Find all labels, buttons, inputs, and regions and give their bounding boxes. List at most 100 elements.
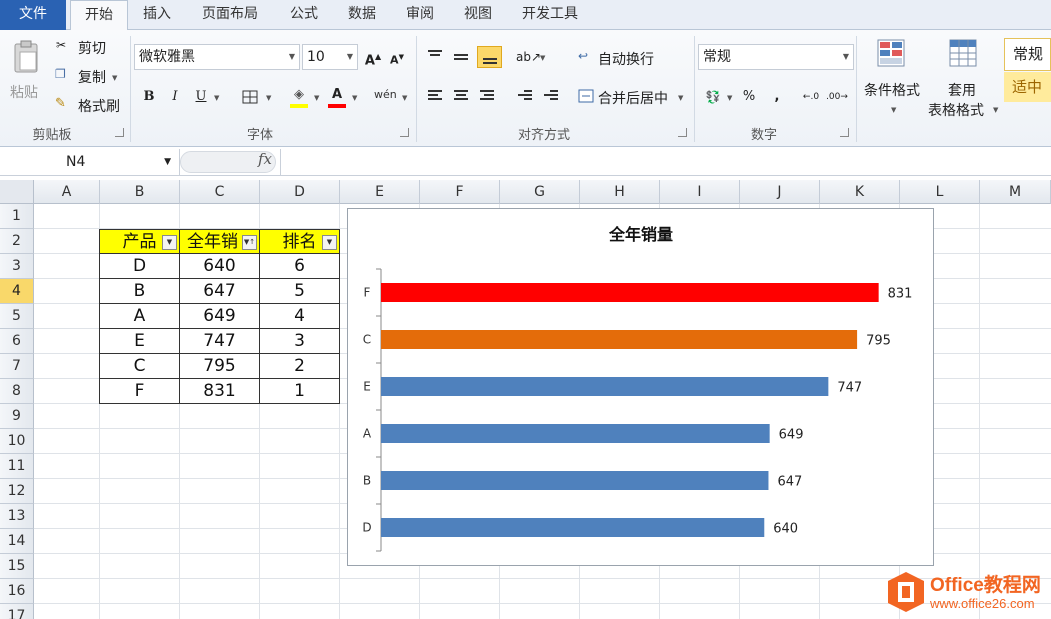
font-size-combo[interactable]: 10 ▼ xyxy=(302,44,358,70)
column-header-m[interactable]: M xyxy=(980,180,1051,204)
table-cell[interactable]: 647 xyxy=(180,279,260,304)
align-right-icon[interactable] xyxy=(480,90,494,102)
table-cell[interactable]: 6 xyxy=(260,254,340,279)
column-header-i[interactable]: I xyxy=(660,180,740,204)
currency-icon[interactable]: 💱 xyxy=(702,86,724,108)
table-cell[interactable]: 4 xyxy=(260,304,340,329)
table-cell[interactable]: 1 xyxy=(260,379,340,404)
align-middle-icon[interactable] xyxy=(454,54,468,62)
percent-button[interactable]: % xyxy=(738,86,760,108)
font-launcher-icon[interactable] xyxy=(400,128,409,137)
row-header-15[interactable]: 15 xyxy=(0,554,34,579)
bar-f[interactable] xyxy=(381,283,879,302)
table-cell[interactable]: C xyxy=(99,354,180,379)
merge-center-button[interactable]: 合并后居中 xyxy=(598,88,668,108)
table-cell[interactable]: 3 xyxy=(260,329,340,354)
column-header-a[interactable]: A xyxy=(34,180,100,204)
tab-developer[interactable]: 开发工具 xyxy=(508,0,592,30)
format-painter-button[interactable]: 格式刷 xyxy=(78,96,120,116)
tab-file[interactable]: 文件 xyxy=(0,0,66,30)
font-color-icon[interactable]: A xyxy=(326,84,348,106)
row-header-6[interactable]: 6 xyxy=(0,329,34,354)
wrap-text-button[interactable]: 自动换行 xyxy=(598,49,654,69)
border-icon[interactable] xyxy=(242,90,258,104)
row-header-14[interactable]: 14 xyxy=(0,529,34,554)
column-header-c[interactable]: C xyxy=(180,180,260,204)
currency-dropdown-icon[interactable]: ▼ xyxy=(727,94,732,102)
bar-c[interactable] xyxy=(381,330,858,349)
fill-color-icon[interactable]: ◈ xyxy=(288,84,310,106)
tab-home[interactable]: 开始 xyxy=(70,0,128,31)
row-header-13[interactable]: 13 xyxy=(0,504,34,529)
header-cell-product[interactable]: 产品 ▼ xyxy=(99,229,180,254)
column-header-h[interactable]: H xyxy=(580,180,660,204)
column-header-e[interactable]: E xyxy=(340,180,420,204)
copy-button[interactable]: 复制 xyxy=(78,67,106,87)
font-color-dropdown-icon[interactable]: ▼ xyxy=(352,94,357,102)
bar-e[interactable] xyxy=(381,377,829,396)
increase-decimal-icon[interactable]: ←.0 xyxy=(800,86,822,108)
row-header-17[interactable]: 17 xyxy=(0,604,34,619)
table-cell[interactable]: A xyxy=(99,304,180,329)
row-header-11[interactable]: 11 xyxy=(0,454,34,479)
style-neutral[interactable]: 适中 xyxy=(1004,72,1051,102)
format-as-table-label-1[interactable]: 套用 xyxy=(948,80,976,100)
bold-button[interactable]: B xyxy=(138,86,160,108)
row-header-12[interactable]: 12 xyxy=(0,479,34,504)
row-header-3[interactable]: 3 xyxy=(0,254,34,279)
column-header-j[interactable]: J xyxy=(740,180,820,204)
filter-dropdown-icon[interactable]: ▼ xyxy=(162,235,177,250)
bar-d[interactable] xyxy=(381,518,765,537)
table-cell[interactable]: 747 xyxy=(180,329,260,354)
number-launcher-icon[interactable] xyxy=(840,128,849,137)
table-cell[interactable]: 795 xyxy=(180,354,260,379)
row-header-7[interactable]: 7 xyxy=(0,354,34,379)
grow-font-icon[interactable]: A▲ xyxy=(362,46,384,68)
insert-function-icon[interactable]: fx xyxy=(258,150,272,168)
tab-view[interactable]: 视图 xyxy=(450,0,506,30)
align-bottom-button[interactable] xyxy=(477,46,502,68)
table-cell[interactable]: F xyxy=(99,379,180,404)
filter-dropdown-icon[interactable]: ▼ xyxy=(322,235,337,250)
bar-chart[interactable]: 全年销量 F 831 C 795 E 747 A 649 B 647 D 640 xyxy=(347,208,934,566)
row-header-2[interactable]: 2 xyxy=(0,229,34,254)
formula-input[interactable] xyxy=(280,149,1051,175)
row-header-5[interactable]: 5 xyxy=(0,304,34,329)
align-top-icon[interactable] xyxy=(428,50,442,58)
number-format-combo[interactable]: 常规 ▼ xyxy=(698,44,854,70)
row-header-8[interactable]: 8 xyxy=(0,379,34,404)
underline-button[interactable]: U xyxy=(190,86,212,108)
column-header-k[interactable]: K xyxy=(820,180,900,204)
italic-button[interactable]: I xyxy=(164,86,186,108)
border-dropdown-icon[interactable]: ▼ xyxy=(266,94,271,102)
table-cell[interactable]: 2 xyxy=(260,354,340,379)
orientation-icon[interactable]: ab↗ xyxy=(516,46,541,68)
tab-data[interactable]: 数据 xyxy=(334,0,390,30)
column-header-f[interactable]: F xyxy=(420,180,500,204)
table-cell[interactable]: 640 xyxy=(180,254,260,279)
table-cell[interactable]: 649 xyxy=(180,304,260,329)
conditional-format-button[interactable]: 条件格式 xyxy=(864,80,920,100)
header-cell-sales[interactable]: 全年销 ▼↑ xyxy=(180,229,260,254)
select-all-button[interactable] xyxy=(0,180,34,204)
decrease-decimal-icon[interactable]: .00→ xyxy=(826,86,848,108)
cut-button[interactable]: 剪切 xyxy=(78,38,106,58)
increase-indent-icon[interactable] xyxy=(544,90,558,102)
clipboard-launcher-icon[interactable] xyxy=(115,128,124,137)
table-cell[interactable]: E xyxy=(99,329,180,354)
row-header-16[interactable]: 16 xyxy=(0,579,34,604)
merge-dropdown-icon[interactable]: ▼ xyxy=(678,94,683,102)
tab-insert[interactable]: 插入 xyxy=(130,0,184,30)
table-cell[interactable]: B xyxy=(99,279,180,304)
format-as-table-label-2[interactable]: 表格格式 xyxy=(928,100,984,120)
conditional-format-dropdown-icon[interactable]: ▼ xyxy=(891,106,896,114)
decrease-indent-icon[interactable] xyxy=(518,90,532,102)
table-cell[interactable]: D xyxy=(99,254,180,279)
column-header-b[interactable]: B xyxy=(100,180,180,204)
alignment-launcher-icon[interactable] xyxy=(678,128,687,137)
column-header-l[interactable]: L xyxy=(900,180,980,204)
name-box[interactable]: N4 ▼ xyxy=(0,149,180,175)
sort-filter-icon[interactable]: ▼↑ xyxy=(242,235,257,250)
column-header-g[interactable]: G xyxy=(500,180,580,204)
align-left-icon[interactable] xyxy=(428,90,442,102)
